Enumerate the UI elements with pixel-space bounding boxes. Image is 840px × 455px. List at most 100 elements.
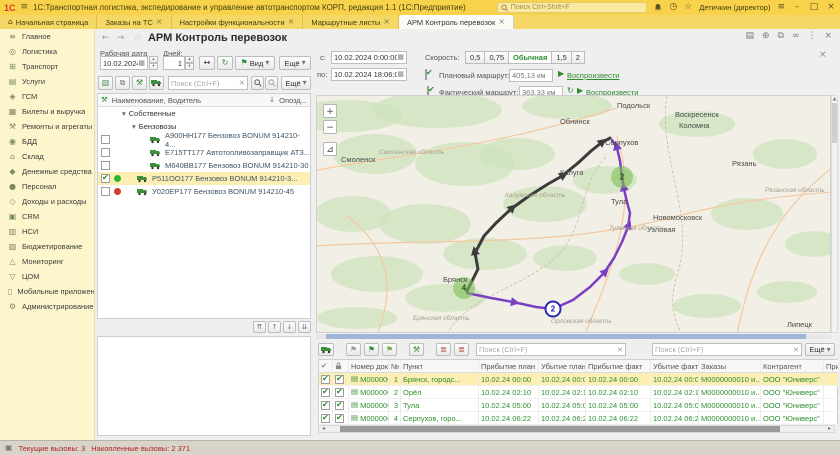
sidebar-item-8[interactable]: ⌂Склад — [0, 149, 94, 164]
sidebar-item-3[interactable]: ▤Услуги — [0, 74, 94, 89]
list-view-button[interactable]: ≣ — [436, 343, 451, 356]
flag-all-button[interactable]: ⚑ — [346, 343, 361, 356]
play-actual-icon[interactable]: ▶ — [577, 87, 583, 95]
scrollbar-thumb[interactable] — [340, 426, 780, 432]
vehicle-search-input[interactable] — [171, 79, 239, 88]
view-button[interactable]: ⚑ Вид ▾ — [235, 56, 275, 70]
table-row[interactable]: ▤М00000000072Орёл10.02.24 02:1010.02.24 … — [319, 386, 837, 399]
move-up-button[interactable]: ↑ — [268, 321, 281, 333]
table-horizontal-scrollbar[interactable]: ◂ ▸ — [318, 425, 835, 433]
spin-down-icon[interactable]: ▾ — [185, 63, 194, 70]
tab-home[interactable]: ⌂ Начальная страница — [0, 15, 97, 29]
vehicle-row[interactable]: М640ВВ177 Бензовоз BONUM 914210-30 — [98, 159, 310, 172]
sidebar-item-18[interactable]: ⚙Администрирование — [0, 299, 94, 314]
globe-icon[interactable]: ⊕ — [762, 32, 770, 41]
sidebar-item-0[interactable]: ≡Главное — [0, 29, 94, 44]
tree-group-own[interactable]: ▾ Собственные — [98, 107, 310, 120]
scroll-left-icon[interactable]: ◂ — [319, 425, 328, 433]
clear-search-icon[interactable]: × — [793, 346, 799, 354]
vehicle-checkbox[interactable] — [101, 148, 110, 157]
move-down-button[interactable]: ↓ — [283, 321, 296, 333]
vehicle-row-selected[interactable]: Р511ОО177 Бензовоз BONUM 914210-3... — [98, 172, 310, 185]
more-dots-icon[interactable]: ⋮ — [807, 32, 816, 41]
col-trailer[interactable]: Прице... — [824, 360, 839, 373]
sidebar-item-10[interactable]: ●Персонал — [0, 179, 94, 194]
vehicle-group-button[interactable] — [149, 76, 164, 90]
sidebar-item-13[interactable]: ▥НСИ — [0, 224, 94, 239]
row-checkbox[interactable] — [321, 375, 330, 384]
vehicle-tree-header[interactable]: ⚒ Наименование, Водитель ↓ Опозд... — [98, 94, 310, 107]
table-search-input[interactable] — [655, 345, 793, 354]
calendar-icon[interactable]: ▦ — [397, 54, 404, 61]
fit-interval-button[interactable]: ↔ — [199, 56, 215, 70]
speed-normal[interactable]: Обычная — [509, 51, 552, 64]
main-menu-icon[interactable]: ≡ — [21, 3, 29, 12]
service-menu-icon[interactable]: ≡ — [777, 3, 785, 12]
sidebar-item-7[interactable]: ◉БДД — [0, 134, 94, 149]
sidebar-item-17[interactable]: ▯Мобильные приложения — [0, 284, 94, 299]
maximize-button[interactable]: □ — [809, 3, 819, 12]
work-date-input[interactable] — [103, 59, 138, 68]
calendar-icon[interactable]: ▦ — [138, 60, 145, 67]
from-input[interactable] — [334, 53, 397, 62]
global-search-input[interactable] — [511, 4, 644, 11]
tab-route-sheets[interactable]: Маршрутные листы × — [303, 15, 399, 29]
close-tab-icon[interactable]: × — [498, 18, 505, 26]
vehicle-search-field[interactable]: × — [168, 76, 248, 90]
move-bottom-button[interactable]: ⇊ — [298, 321, 311, 333]
more-button-table[interactable]: Ещё ▾ — [805, 343, 835, 356]
sidebar-item-15[interactable]: △Мониторинг — [0, 254, 94, 269]
move-top-button[interactable]: ⇈ — [253, 321, 266, 333]
refresh-button[interactable]: ↻ — [217, 56, 233, 70]
row-checkbox[interactable] — [321, 414, 330, 423]
map-layers-button[interactable]: ▧ — [98, 76, 113, 90]
col-num[interactable]: № — [389, 360, 401, 373]
col-doc[interactable]: Номер документа — [349, 360, 389, 373]
sidebar-item-4[interactable]: ◈ГСМ — [0, 89, 94, 104]
vehicle-button[interactable] — [318, 343, 334, 356]
scroll-up-icon[interactable]: ▲ — [833, 97, 837, 102]
sidebar-item-5[interactable]: ▦Билеты и выручка — [0, 104, 94, 119]
cancel-search-button[interactable] — [265, 76, 278, 90]
table-filter-field[interactable]: × — [476, 343, 626, 356]
vehicle-row[interactable]: Е715ТТ177 Автотопливозаправщик АТЗ... — [98, 146, 310, 159]
sidebar-item-2[interactable]: ⊞Транспорт — [0, 59, 94, 74]
table-row[interactable]: ▤М00000000074Серпухов, горо...10.02.24 0… — [319, 412, 837, 425]
speed-0-5[interactable]: 0,5 — [465, 51, 485, 64]
sidebar-item-11[interactable]: ◇Доходы и расходы — [0, 194, 94, 209]
vehicle-row[interactable]: А900НН177 Бензовоз BONUM 914210-4... — [98, 133, 310, 146]
flag-off-button[interactable]: ⚑ — [382, 343, 397, 356]
vehicle-row[interactable]: У020ЕР177 Бензовоз BONUM 914210-45 — [98, 185, 310, 198]
vehicle-checkbox[interactable] — [101, 161, 110, 170]
close-form-icon[interactable]: × — [824, 32, 832, 41]
map-ruler-button[interactable]: ⊿ — [323, 142, 337, 156]
name-column-header[interactable]: Наименование, Водитель — [112, 96, 201, 105]
table-search-field[interactable]: × — [652, 343, 802, 356]
expand-icon[interactable]: ▾ — [122, 110, 126, 118]
col-arr-plan[interactable]: Прибытие план — [479, 360, 539, 373]
calendar-icon[interactable]: ▦ — [397, 71, 404, 78]
row-checkbox[interactable] — [321, 388, 330, 397]
refresh-actual-icon[interactable]: ↻ — [567, 87, 574, 95]
map-svg[interactable]: 422СмоленскСмоленская областьКалугаКалуж… — [317, 96, 831, 333]
row-lock-checkbox[interactable] — [335, 414, 344, 423]
clear-search-icon[interactable]: × — [617, 346, 623, 354]
close-tab-icon[interactable]: × — [383, 18, 390, 26]
col-partner[interactable]: Контрагент — [761, 360, 824, 373]
table-row[interactable]: ▤М00000000073Тула10.02.24 05:0010.02.24 … — [319, 399, 837, 412]
row-lock-checkbox[interactable] — [335, 401, 344, 410]
sidebar-item-1[interactable]: ◎Логистика — [0, 44, 94, 59]
expand-icon[interactable]: ▾ — [132, 123, 136, 131]
tab-transport-control[interactable]: АРМ Контроль перевозок × — [399, 15, 514, 29]
map-horizontal-scrollbar[interactable] — [316, 334, 831, 339]
map-zoom-out-button[interactable]: − — [323, 120, 337, 134]
days-stepper[interactable]: ▴ ▾ — [185, 56, 194, 70]
vehicle-checkbox[interactable] — [101, 135, 110, 144]
table-filter-input[interactable] — [479, 345, 617, 354]
row-checkbox[interactable] — [321, 401, 330, 410]
sidebar-item-6[interactable]: ⚒Ремонты и агрегаты — [0, 119, 94, 134]
notifications-icon[interactable] — [654, 3, 662, 12]
days-field[interactable]: 1 — [163, 56, 185, 70]
speed-0-75[interactable]: 0,75 — [485, 51, 509, 64]
window-icon[interactable]: ⧉ — [778, 32, 784, 41]
